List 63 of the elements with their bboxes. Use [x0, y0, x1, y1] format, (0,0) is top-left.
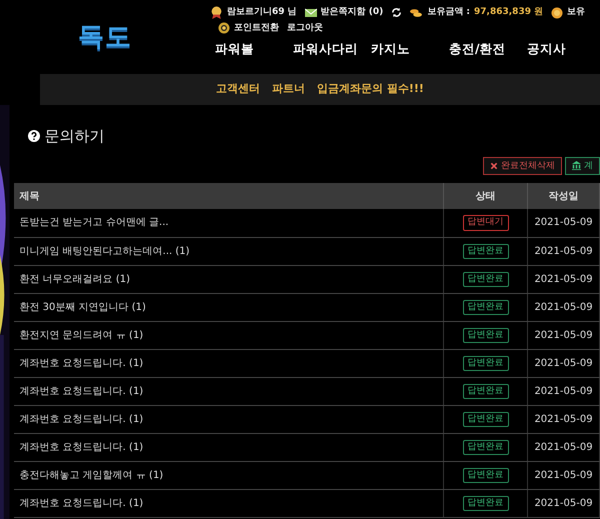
nav-link[interactable]: 파워사다리	[288, 40, 366, 59]
user-name: 람보르기니69 님	[227, 6, 297, 19]
table-cell: 계좌번호 요청드립니다. (1)	[14, 433, 444, 461]
status-badge: 답변완료	[462, 328, 508, 344]
table-cell: 2021-05-09	[528, 293, 600, 321]
status-badge: 답변대기	[462, 215, 508, 232]
close-icon	[490, 162, 498, 170]
bank-icon	[572, 161, 581, 170]
nav-link[interactable]: 파워볼	[210, 40, 288, 59]
table-cell: 계좌번호 요청드립니다. (1)	[14, 405, 444, 433]
status-badge: 답변완료	[462, 468, 508, 484]
table-cell: 충전다해놓고 게임할께여 ㅠ (1)	[14, 461, 444, 489]
page-title: 문의하기	[44, 126, 104, 147]
table-cell: 2021-05-09	[528, 349, 600, 377]
envelope-icon	[304, 6, 317, 19]
table-cell: 2021-05-09	[528, 237, 600, 265]
table-cell: 환전지연 문의드려여 ㅠ (1)	[14, 321, 444, 349]
nav-link[interactable]: 공지사	[522, 40, 600, 59]
delete-all-button[interactable]: 완료전체삭제	[483, 156, 562, 176]
table-cell: 2021-05-09	[528, 489, 600, 517]
refresh-icon	[391, 7, 402, 18]
question-icon	[28, 130, 40, 142]
column-header: 작성일	[528, 183, 600, 209]
table-cell: 2021-05-09	[528, 209, 600, 237]
table-cell: 2021-05-09	[528, 265, 600, 293]
logo[interactable]: 독도	[78, 18, 132, 56]
medal-icon	[210, 6, 223, 20]
status-badge: 답변완료	[462, 300, 508, 316]
account-button[interactable]: 계	[565, 156, 600, 176]
logout-link[interactable]: 로그아웃	[287, 22, 323, 35]
status-badge: 답변완료	[462, 440, 508, 456]
table-cell: 환전 30분째 지연입니다 (1)	[14, 293, 444, 321]
status-badge: 답변완료	[462, 384, 508, 400]
status-badge: 답변완료	[462, 244, 508, 260]
status-badge: 답변완료	[462, 356, 508, 372]
column-header: 상태	[444, 183, 528, 209]
subnav-link[interactable]: 입금계좌문의 필수!!!	[317, 81, 424, 98]
subnav-link[interactable]: 고객센터	[216, 81, 260, 98]
status-badge: 답변완료	[462, 412, 508, 428]
points-label: 보유	[567, 6, 586, 19]
status-badge: 답변완료	[462, 272, 508, 288]
table-cell: 계좌번호 요청드립니다. (1)	[14, 489, 444, 517]
table-cell: 계좌번호 요청드립니다. (1)	[14, 349, 444, 377]
column-header: 제목	[14, 183, 444, 209]
nav-link[interactable]: 충전/환전	[444, 40, 522, 59]
subnav-link[interactable]: 파트너	[272, 81, 306, 98]
table-cell: 2021-05-09	[528, 433, 600, 461]
point-convert-link[interactable]: 포인트전환	[234, 22, 279, 35]
table-cell: 환전 너무오래걸려요 (1)	[14, 265, 444, 293]
table-cell: 2021-05-09	[528, 405, 600, 433]
nav-link[interactable]: 카지노	[366, 40, 444, 59]
table-cell: 2021-05-09	[528, 377, 600, 405]
balance-label: 보유금액 :	[427, 6, 470, 19]
status-badge: 답변완료	[462, 496, 508, 512]
table-cell: 계좌번호 요청드립니다. (1)	[14, 377, 444, 405]
balance-amount: 97,863,839 원	[474, 6, 544, 19]
table-cell: 미니게임 배팅안된다고하는데여... (1)	[14, 237, 444, 265]
messages-link[interactable]: 받은쪽지함 (0)	[320, 6, 384, 20]
table-cell: 2021-05-09	[528, 321, 600, 349]
table-cell: 돈받는건 받는거고 슈어맨에 글...	[14, 209, 444, 237]
coin-icon	[551, 6, 564, 19]
coin-icon	[218, 22, 230, 34]
table-cell: 2021-05-09	[528, 461, 600, 489]
